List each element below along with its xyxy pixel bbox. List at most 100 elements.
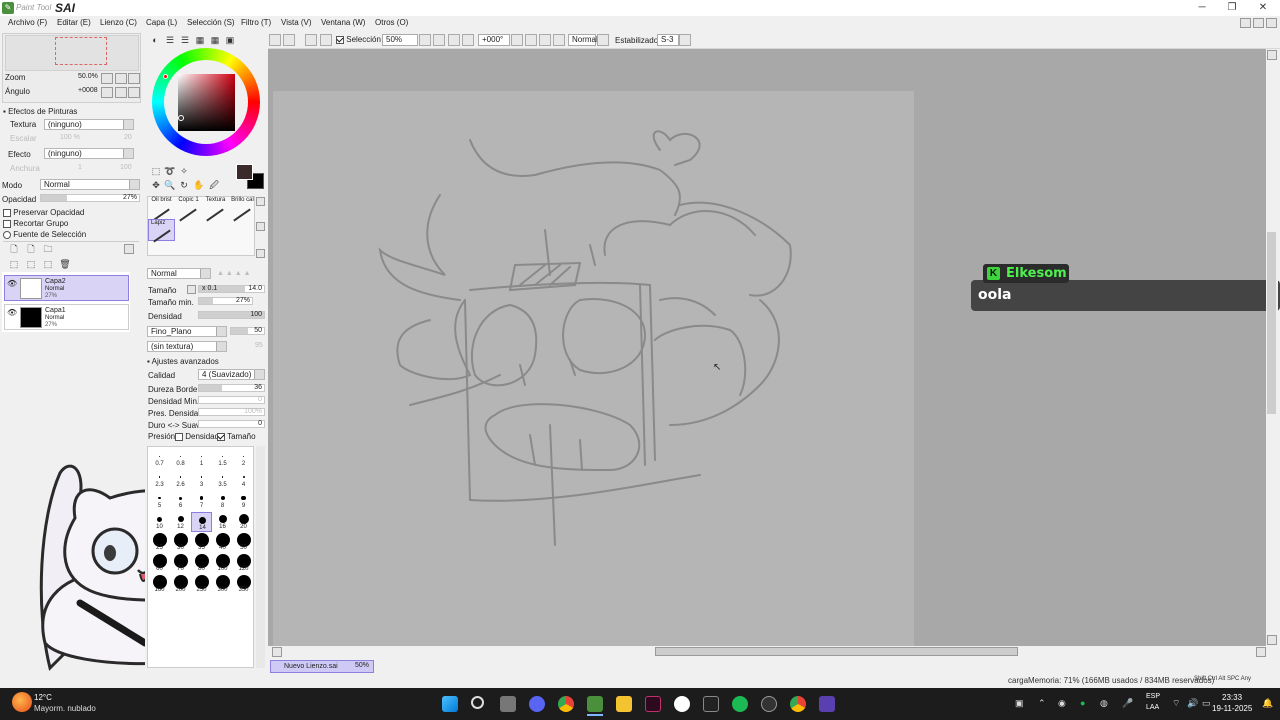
clock-date[interactable]: 19-11-2025: [1212, 704, 1252, 713]
density-slider[interactable]: 100: [198, 311, 265, 319]
brush-size-cell[interactable]: 16: [212, 512, 233, 532]
brush-lapiz[interactable]: Lapiz: [148, 219, 175, 243]
brush-size-cell[interactable]: 25: [149, 533, 170, 553]
zoom-in-button[interactable]: [448, 34, 460, 46]
panel-layout-button[interactable]: [1240, 18, 1251, 28]
spotify-icon[interactable]: [732, 696, 748, 712]
menu-vista[interactable]: Vista (V): [281, 18, 312, 27]
size-mult-button[interactable]: [187, 285, 196, 294]
color-wheel-tab-icon[interactable]: ◐: [149, 34, 161, 46]
tray-overflow-icon[interactable]: ⌃: [1038, 698, 1046, 709]
brush-size-cell[interactable]: 3: [191, 470, 212, 490]
brush-size-cell[interactable]: 160: [149, 575, 170, 595]
streaming-app-icon[interactable]: [674, 696, 690, 712]
brush-size-cell[interactable]: 8: [212, 491, 233, 511]
menu-archivo[interactable]: Archivo (F): [8, 18, 47, 27]
transfer-down-icon[interactable]: ⬚: [8, 258, 20, 270]
brush-size-cell[interactable]: 100: [212, 554, 233, 574]
invert-selection-button[interactable]: [320, 34, 332, 46]
zoom-reset-button[interactable]: [462, 34, 474, 46]
menu-otros[interactable]: Otros (O): [375, 18, 408, 27]
vertical-scroll-thumb[interactable]: [1267, 232, 1276, 414]
wifi-icon[interactable]: ⌔: [1172, 698, 1180, 709]
zoom-out-icon[interactable]: [101, 73, 113, 84]
horizontal-scroll-thumb[interactable]: [655, 647, 1018, 656]
brush-size-cell[interactable]: 30: [170, 533, 191, 553]
panel-layout-button[interactable]: [1253, 18, 1264, 28]
discord-icon[interactable]: [529, 696, 545, 712]
brush-size-cell[interactable]: 2.6: [170, 470, 191, 490]
layer-item-capa1[interactable]: 👁 Capa1 Normal 27%: [4, 304, 129, 330]
texture-dropdown[interactable]: (ninguno): [44, 119, 134, 130]
rotate-right-button[interactable]: [525, 34, 537, 46]
angle-field[interactable]: +000°: [478, 34, 510, 46]
effect-dropdown[interactable]: (ninguno): [44, 148, 134, 159]
zoom-in-icon[interactable]: [115, 73, 127, 84]
min-size-slider[interactable]: 27%: [198, 297, 253, 305]
chrome-icon[interactable]: [558, 696, 574, 712]
menu-editar[interactable]: Editar (E): [57, 18, 91, 27]
brush-size-cell[interactable]: 200: [170, 575, 191, 595]
brush-size-cell[interactable]: 4: [233, 470, 254, 490]
scratchpad-tab-icon[interactable]: ▦: [209, 34, 221, 46]
brush-size-cell[interactable]: 50: [233, 533, 254, 553]
advanced-settings-header[interactable]: ▪ Ajustes avanzados: [147, 357, 219, 366]
notion-icon[interactable]: [703, 696, 719, 712]
weather-temperature[interactable]: 12°C: [34, 693, 52, 702]
brush-size-cell[interactable]: 250: [191, 575, 212, 595]
brush-menu-button[interactable]: [256, 249, 265, 258]
menu-seleccion[interactable]: Selección (S): [187, 18, 235, 27]
undo-button[interactable]: [283, 34, 295, 46]
tray-steam-icon[interactable]: ◍: [1100, 698, 1108, 709]
blend-mode-field[interactable]: Normal: [568, 34, 598, 46]
brush-size-cell[interactable]: 10: [149, 512, 170, 532]
opacity-slider[interactable]: 27%: [40, 194, 140, 202]
rotate-left-icon[interactable]: [101, 87, 113, 98]
navigator-view-frame[interactable]: [55, 37, 107, 65]
preserve-opacity-toggle[interactable]: Preservar Opacidad: [3, 208, 84, 217]
paint-tool-sai-icon[interactable]: [587, 696, 603, 712]
pressure-size-checkbox[interactable]: [217, 432, 225, 441]
tray-mic-icon[interactable]: 🎤: [1122, 698, 1133, 709]
weather-description[interactable]: Mayorm. nublado: [34, 704, 96, 713]
merge-down-icon[interactable]: ⬚: [25, 258, 37, 270]
brush-size-cell[interactable]: 0.7: [149, 449, 170, 469]
brush-size-cell[interactable]: 7: [191, 491, 212, 511]
move-icon[interactable]: ✥: [150, 179, 162, 191]
selection-source-radio[interactable]: [3, 230, 11, 239]
tray-app-icon[interactable]: ▣: [1015, 698, 1024, 709]
brush-textura[interactable]: Textura: [202, 197, 229, 222]
affinity-icon[interactable]: [645, 696, 661, 712]
maximize-button[interactable]: ❐: [1220, 1, 1244, 15]
delete-layer-icon[interactable]: 🗑: [59, 258, 71, 270]
brush-size-cell[interactable]: 120: [233, 554, 254, 574]
eye-icon[interactable]: 👁: [7, 308, 17, 317]
brush-size-cell[interactable]: 2: [233, 449, 254, 469]
brush-size-cell[interactable]: 1.5: [212, 449, 233, 469]
swatch-tab-icon[interactable]: ▦: [194, 34, 206, 46]
brush-size-cell[interactable]: 12: [170, 512, 191, 532]
brush-size-cell[interactable]: 5: [149, 491, 170, 511]
selection-toggle[interactable]: Selección: [336, 35, 381, 44]
brush-size-cell[interactable]: 40: [212, 533, 233, 553]
brush-size-cell[interactable]: 350: [233, 575, 254, 595]
rotate-icon[interactable]: ↻: [178, 179, 190, 191]
clip-group-checkbox[interactable]: [3, 219, 11, 228]
battery-icon[interactable]: ▭: [1202, 698, 1211, 709]
zoom-out-button[interactable]: [433, 34, 445, 46]
notification-icon[interactable]: 🔔: [1262, 698, 1273, 709]
eyedropper-icon[interactable]: 🖉: [208, 179, 220, 191]
input-language[interactable]: ESP: [1146, 693, 1160, 700]
min-density-slider[interactable]: 0: [198, 396, 265, 404]
rotate-reset-icon[interactable]: [128, 87, 140, 98]
brush-size-cell[interactable]: 2.3: [149, 470, 170, 490]
brush-size-cell[interactable]: 20: [233, 512, 254, 532]
magic-wand-icon[interactable]: ✧: [178, 165, 190, 177]
menu-ventana[interactable]: Ventana (W): [321, 18, 365, 27]
saturation-value-square[interactable]: [178, 74, 235, 131]
selection-source-toggle[interactable]: Fuente de Selección: [3, 230, 86, 239]
layer-panel-menu-button[interactable]: [124, 244, 134, 254]
rotate-reset-button[interactable]: [539, 34, 551, 46]
rgb-slider-tab-icon[interactable]: ☰: [164, 34, 176, 46]
zoom-dropdown-button[interactable]: [419, 34, 431, 46]
